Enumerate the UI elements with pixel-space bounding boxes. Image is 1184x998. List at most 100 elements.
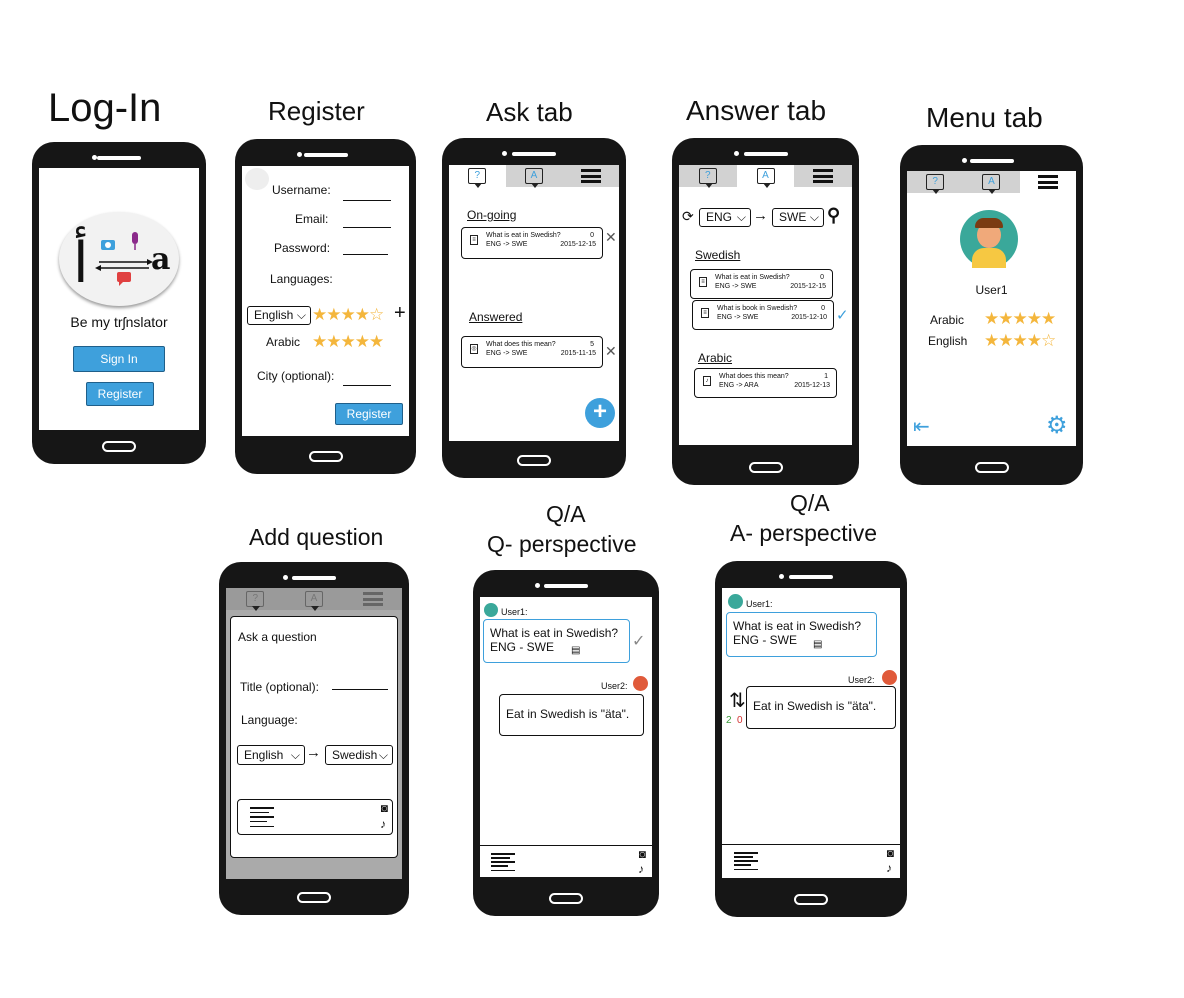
language-select-english[interactable]: English ⌵ — [247, 306, 311, 325]
document-icon: ≡ — [470, 235, 478, 245]
speaker — [292, 576, 336, 580]
tab-ask[interactable]: ? — [679, 165, 737, 188]
microphone-icon: ♪ — [703, 376, 711, 386]
phone-qa-answer-perspective: User1: What is eat in Swedish? ENG - SWE… — [715, 561, 907, 917]
from-language-select[interactable]: ENG ⌵ — [699, 208, 751, 227]
question-card[interactable]: ♪ What does this mean? 1 ENG -> ARA 2015… — [694, 368, 837, 398]
question-card[interactable]: ≡ What is eat in Swedish? 0 ENG -> SWE 2… — [690, 269, 833, 299]
email-label: Email: — [295, 212, 329, 226]
upvote-count: 2 — [726, 715, 732, 726]
to-language-select[interactable]: Swedish ⌵ — [325, 745, 393, 765]
tab-menu[interactable] — [794, 165, 852, 187]
camera-icon[interactable]: ◙ — [381, 801, 388, 815]
question-languages: ENG -> SWE — [486, 241, 528, 248]
email-field[interactable] — [343, 227, 391, 228]
title-field[interactable] — [332, 689, 388, 690]
question-card-ongoing[interactable]: ≡ What is eat in Swedish? 0 ENG -> SWE 2… — [461, 227, 603, 259]
city-field[interactable] — [343, 385, 391, 386]
user2-label: User2: — [848, 675, 875, 685]
arabic-rating-stars[interactable]: ★★★★★ — [312, 332, 384, 352]
document-icon: ≡ — [701, 308, 709, 318]
delete-icon[interactable]: ✕ — [605, 343, 617, 360]
microphone-icon[interactable]: ♪ — [638, 862, 644, 876]
arabic-label: Arabic — [266, 335, 301, 349]
answer-bubble: Eat in Swedish is "äta". — [746, 686, 896, 729]
register-screen: Username: Email: Password: Languages: En… — [242, 166, 409, 436]
phone-register: Username: Email: Password: Languages: En… — [235, 139, 416, 474]
username-field[interactable] — [343, 200, 391, 201]
question-card[interactable]: ≡ What is book in Swedish? 0 ENG -> SWE … — [692, 300, 834, 330]
tab-menu[interactable] — [1019, 171, 1076, 193]
gear-icon[interactable]: ⚙ — [1046, 411, 1068, 440]
question-text: What is eat in Swedish? — [733, 619, 862, 633]
language-select-value: English — [254, 308, 294, 322]
swap-languages-icon[interactable]: ⟳ — [682, 208, 694, 225]
add-question-button[interactable]: + — [585, 398, 615, 428]
register-submit-button[interactable]: Register — [335, 403, 403, 425]
question-date: 2015-11-15 — [560, 350, 596, 357]
english-rating-stars: ★★★★☆ — [984, 331, 1056, 350]
home-button — [102, 441, 136, 452]
question-card-answered[interactable]: ◎ What does this mean? 5 ENG -> SWE 2015… — [461, 336, 603, 368]
tab-answer[interactable]: A — [736, 165, 795, 188]
english-label: English — [928, 334, 968, 348]
home-button — [794, 894, 828, 905]
message-input-bar[interactable]: ◙ ♪ — [722, 844, 900, 878]
from-language-select[interactable]: English ⌵ — [237, 745, 305, 765]
answer-icon: A — [525, 168, 543, 188]
ask-question-icon: ? — [468, 168, 487, 188]
message-input-bar[interactable]: ◙ ♪ — [480, 845, 652, 877]
microphone-icon[interactable]: ♪ — [886, 861, 892, 875]
english-rating-stars[interactable]: ★★★★☆ — [312, 305, 384, 325]
title-qa-q-perspective: Q- perspective — [487, 531, 637, 557]
logout-icon[interactable]: ⇤ — [913, 414, 930, 439]
sign-in-button[interactable]: Sign In — [73, 346, 165, 372]
vote-arrows-icon[interactable]: ⇅ — [729, 688, 746, 713]
tab-answer[interactable]: A — [506, 165, 563, 188]
tab-answer: A — [285, 588, 344, 611]
title-login: Log-In — [48, 86, 162, 130]
from-language-value: ENG — [706, 210, 733, 224]
camera-icon[interactable]: ◙ — [639, 847, 646, 861]
register-button[interactable]: Register — [86, 382, 154, 406]
delete-icon[interactable]: ✕ — [605, 229, 617, 246]
user1-label: User1: — [501, 607, 528, 617]
phone-add-question: ? A Ask a question Title (optional): Lan… — [219, 562, 409, 915]
title-add-question: Add question — [249, 524, 384, 550]
chevron-down-icon: ⌵ — [296, 308, 306, 322]
text-input-icon[interactable] — [491, 853, 515, 871]
ongoing-heading: On-going — [467, 208, 517, 222]
title-label: Title (optional): — [240, 680, 319, 694]
microphone-icon[interactable]: ♪ — [380, 817, 386, 831]
question-input-box[interactable]: ◙ ♪ — [237, 799, 393, 835]
user-avatar — [960, 210, 1018, 268]
front-camera — [502, 151, 507, 156]
home-button — [974, 462, 1009, 473]
front-camera — [535, 583, 540, 588]
search-icon[interactable]: ⚲ — [827, 205, 840, 226]
chevron-down-icon: ⌵ — [378, 748, 388, 762]
question-text: What is eat in Swedish? — [490, 626, 619, 640]
text-input-icon[interactable] — [250, 807, 274, 827]
check-icon[interactable]: ✓ — [632, 631, 645, 651]
question-languages: ENG - SWE — [490, 640, 555, 654]
front-camera — [779, 574, 784, 579]
to-language-value: Swedish — [332, 748, 378, 762]
password-field[interactable] — [343, 254, 388, 255]
tab-answer[interactable]: A — [963, 171, 1019, 194]
document-icon: ≡ — [699, 277, 707, 287]
tab-menu[interactable] — [562, 165, 619, 187]
camera-icon[interactable]: ◙ — [887, 846, 894, 860]
answer-count: 1 — [824, 373, 828, 380]
tab-ask[interactable]: ? — [449, 165, 506, 188]
arabic-rating-stars: ★★★★★ — [984, 309, 1056, 328]
tab-ask[interactable]: ? — [907, 171, 963, 194]
answer-icon: A — [305, 591, 323, 611]
arabic-label: Arabic — [930, 313, 965, 327]
chevron-down-icon: ⌵ — [290, 748, 300, 762]
to-language-select[interactable]: SWE ⌵ — [772, 208, 824, 227]
add-language-icon[interactable]: + — [394, 302, 406, 325]
text-input-icon[interactable] — [734, 852, 758, 870]
small-logo-icon — [245, 168, 269, 190]
question-languages: ENG -> SWE — [486, 350, 528, 357]
